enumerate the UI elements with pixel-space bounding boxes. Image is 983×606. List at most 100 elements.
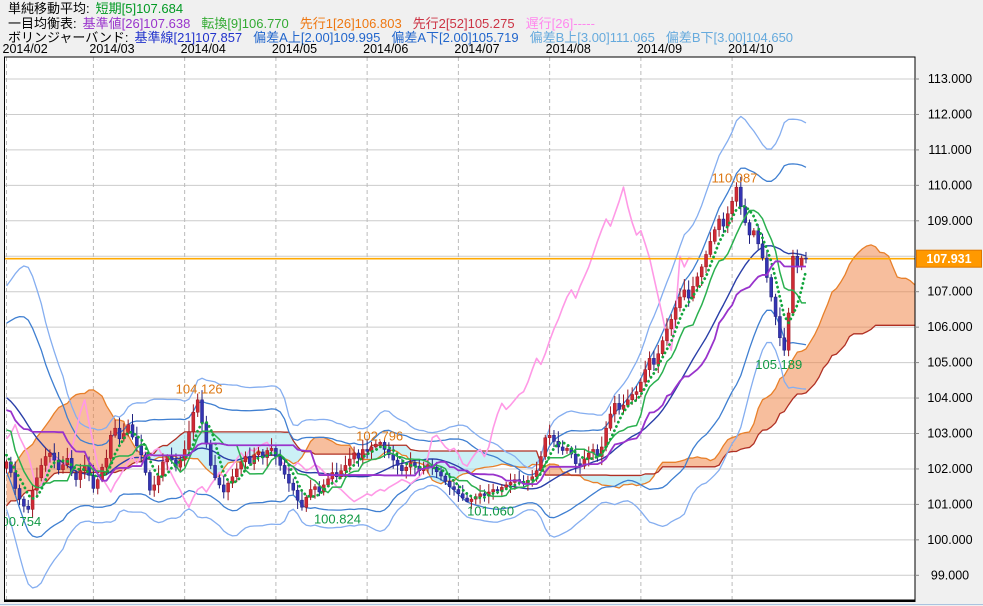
price-annotation: 104.126: [176, 382, 223, 397]
price-annotation: 110.087: [711, 170, 757, 185]
candle: [774, 297, 777, 316]
candle: [752, 231, 755, 235]
current-price-tag: 107.931: [917, 250, 982, 267]
candle: [61, 465, 64, 470]
y-axis-tick-label: 106.000: [927, 320, 972, 334]
candle: [796, 256, 799, 267]
x-axis-tick-label: 2014/09: [637, 42, 682, 56]
candle: [561, 447, 564, 451]
x-axis-tick-label: 2014/08: [546, 42, 591, 56]
candle: [548, 435, 551, 437]
candle: [227, 483, 230, 492]
candle: [739, 187, 742, 206]
y-axis-tick-label: 107.000: [927, 285, 972, 299]
price-annotation: 105.189: [755, 357, 802, 372]
candle: [492, 490, 495, 492]
candle: [457, 490, 460, 494]
x-axis-labels: 2014/022014/032014/042014/052014/062014/…: [3, 42, 774, 56]
candle: [14, 472, 17, 488]
candle: [114, 428, 117, 435]
candle: [692, 286, 695, 298]
candle: [209, 444, 212, 465]
y-axis-tick-label: 110.000: [928, 178, 972, 192]
candle: [44, 457, 47, 466]
candle: [618, 403, 621, 409]
candle: [214, 465, 217, 477]
y-axis-tick-label: 113.000: [928, 72, 972, 86]
candle: [157, 476, 160, 485]
price-annotation: 100.754: [0, 514, 41, 529]
candle: [196, 400, 199, 412]
candle: [804, 258, 807, 259]
y-axis-tick-label: 99.000: [931, 568, 969, 582]
candle: [626, 400, 629, 405]
y-axis-tick-label: 111.000: [928, 143, 971, 157]
y-axis-tick-label: 112.000: [928, 107, 972, 121]
candle: [53, 453, 56, 460]
candle: [248, 457, 251, 464]
candle: [148, 472, 151, 490]
candle: [161, 462, 164, 476]
candle: [348, 459, 351, 465]
candle: [652, 358, 655, 364]
candle: [496, 490, 499, 491]
candle: [35, 478, 38, 490]
candle: [105, 458, 108, 467]
price-chart[interactable]: 104.126102.796110.087100.754100.824101.0…: [0, 0, 983, 606]
fx-chart-window: { "header": { "rows": [ {"label":"単純移動平均…: [0, 0, 983, 606]
candle: [396, 460, 399, 465]
candle: [509, 482, 512, 484]
candle: [374, 444, 377, 447]
candle: [92, 475, 95, 488]
candle: [783, 338, 786, 350]
candle: [718, 219, 721, 230]
candle: [566, 448, 569, 450]
candle: [18, 488, 21, 499]
current-price-value: 107.931: [926, 252, 971, 266]
candle: [461, 494, 464, 498]
candle: [657, 354, 660, 365]
candle: [201, 400, 204, 423]
y-axis-tick-label: 105.000: [927, 356, 972, 370]
candle: [205, 423, 208, 444]
x-axis-tick-label: 2014/03: [89, 42, 134, 56]
y-axis-tick-label: 109.000: [927, 214, 972, 228]
candle: [131, 425, 134, 437]
candle: [791, 256, 794, 313]
x-axis-tick-label: 2014/02: [3, 42, 48, 56]
x-axis-tick-label: 2014/04: [181, 42, 226, 56]
candle: [27, 506, 30, 509]
candle: [552, 435, 555, 441]
candle: [709, 241, 712, 254]
candle: [22, 499, 25, 506]
candle: [79, 471, 82, 480]
candle: [392, 455, 395, 460]
candle: [127, 425, 130, 434]
candle: [40, 465, 43, 477]
candle: [344, 465, 347, 470]
x-axis-tick-label: 2014/05: [272, 42, 317, 56]
candle: [5, 462, 8, 468]
candle: [140, 446, 143, 455]
candle: [400, 465, 403, 470]
y-axis-labels: 113.000112.000111.000110.000109.000108.0…: [915, 72, 973, 582]
candle: [357, 453, 360, 458]
price-annotation: 100.824: [314, 512, 361, 527]
y-axis-tick-label: 101.000: [927, 497, 972, 511]
candle: [300, 500, 303, 507]
candle: [218, 478, 221, 485]
candle: [678, 297, 681, 308]
candle: [687, 290, 690, 298]
x-axis-tick-label: 2014/10: [728, 42, 773, 56]
candle: [296, 490, 299, 500]
candle: [187, 432, 190, 450]
candle: [696, 277, 699, 287]
candle: [479, 494, 482, 497]
candle: [731, 201, 734, 213]
candle: [544, 438, 547, 457]
candle: [778, 317, 781, 338]
candle: [96, 480, 99, 489]
candle: [353, 453, 356, 459]
candle: [48, 453, 51, 457]
candle: [470, 499, 473, 501]
